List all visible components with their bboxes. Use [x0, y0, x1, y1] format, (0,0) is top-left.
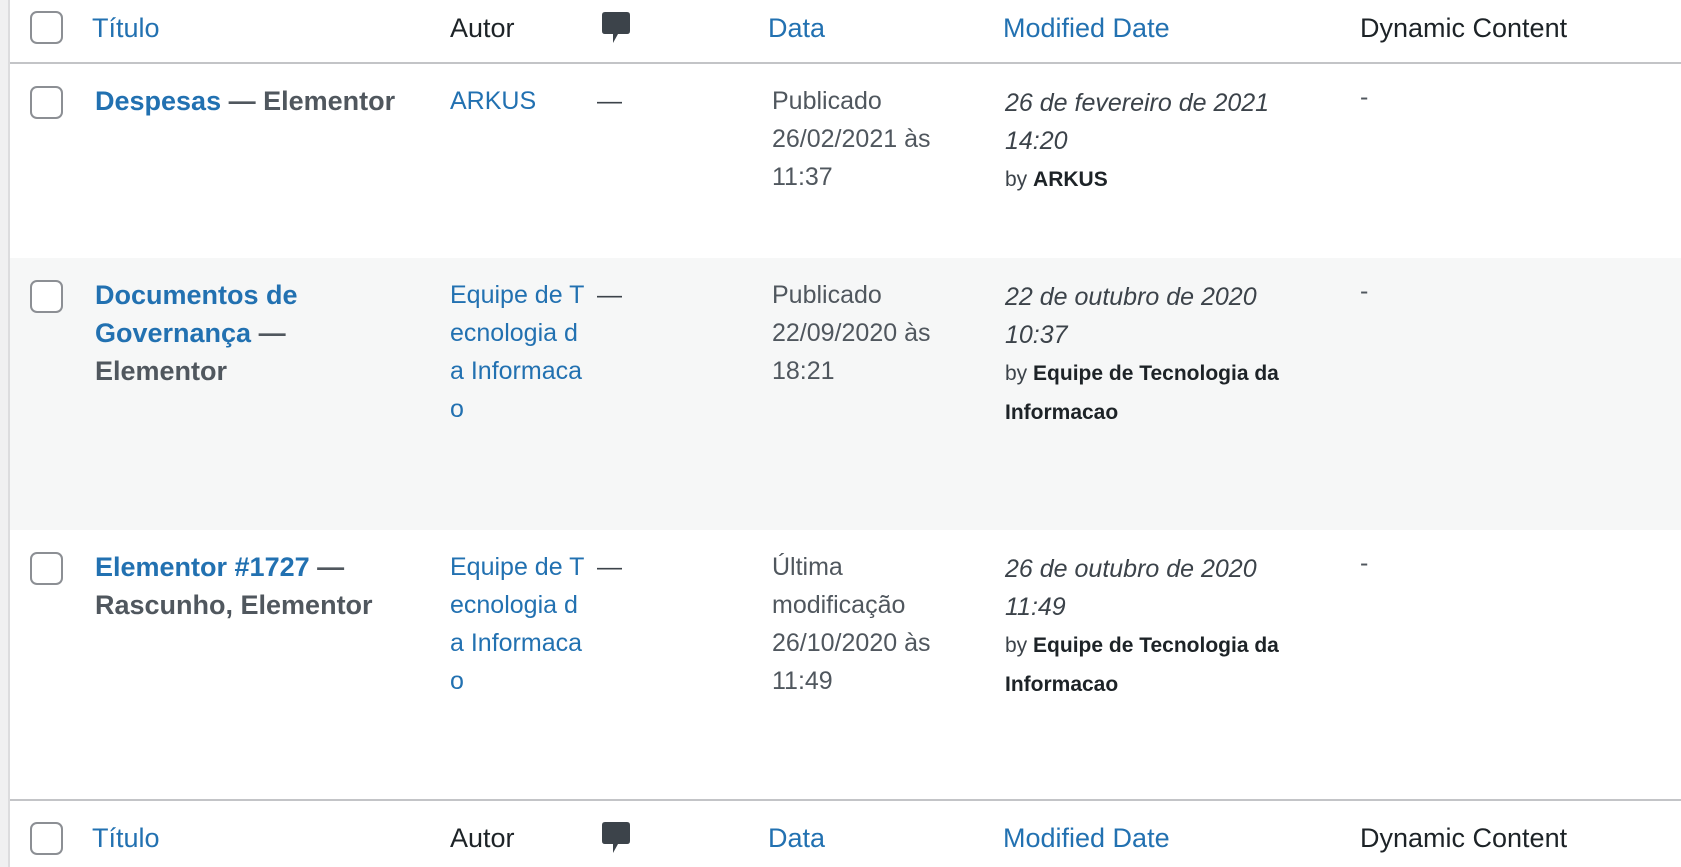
post-title-cell: Elementor #1727 — Rascunho, Elementor: [95, 548, 395, 624]
post-modified-date: 26 de fevereiro de 2021 14:20: [1005, 89, 1270, 155]
post-dynamic-content: -: [1360, 83, 1369, 111]
post-title-cell: Documentos de Governança — Elementor: [95, 276, 325, 390]
post-date: Última modificação 26/10/2020 às 11:49: [772, 548, 962, 700]
table-row: Documentos de Governança — Elementor Equ…: [10, 258, 1681, 530]
post-title-link[interactable]: Despesas: [95, 86, 221, 116]
column-title-footer[interactable]: Título: [92, 823, 160, 853]
post-date-value: 22/09/2020 às 18:21: [772, 319, 931, 385]
post-modified: 22 de outubro de 2020 10:37 by Equipe de…: [1005, 278, 1305, 432]
select-all-checkbox[interactable]: [30, 11, 63, 44]
post-date-value: 26/10/2020 às 11:49: [772, 629, 931, 695]
post-author-link[interactable]: Equipe de Tecnologia da Informacao: [450, 276, 590, 428]
column-modified-footer[interactable]: Modified Date: [1003, 823, 1170, 853]
post-author-link[interactable]: ARKUS: [450, 82, 590, 120]
post-comments: —: [597, 553, 622, 581]
row-checkbox[interactable]: [30, 86, 63, 119]
comment-bubble-icon[interactable]: [601, 821, 631, 855]
column-dynamic-footer: Dynamic Content: [1360, 823, 1568, 853]
post-date-status: Publicado: [772, 87, 882, 115]
post-modified: 26 de fevereiro de 2021 14:20 by ARKUS: [1005, 84, 1305, 199]
column-author-footer: Autor: [450, 823, 515, 853]
table-row: Elementor #1727 — Rascunho, Elementor Eq…: [10, 530, 1681, 799]
left-frame-border: [0, 0, 10, 867]
column-modified-header[interactable]: Modified Date: [1003, 13, 1170, 43]
comment-bubble-icon[interactable]: [601, 11, 631, 45]
post-modified-date: 26 de outubro de 2020 11:49: [1005, 555, 1257, 621]
table-header: Título Autor Data Modified Date Dynamic …: [10, 0, 1681, 64]
post-date-status: Última modificação: [772, 553, 906, 619]
post-dynamic-content: -: [1360, 277, 1369, 305]
column-author-header: Autor: [450, 13, 515, 43]
post-date: Publicado 22/09/2020 às 18:21: [772, 276, 962, 390]
select-all-checkbox-footer[interactable]: [30, 822, 63, 855]
post-title-link[interactable]: Elementor #1727: [95, 552, 310, 582]
column-title-header[interactable]: Título: [92, 13, 160, 43]
post-date-value: 26/02/2021 às 11:37: [772, 125, 931, 191]
post-comments: —: [597, 87, 622, 115]
column-dynamic-header: Dynamic Content: [1360, 13, 1568, 43]
column-date-footer[interactable]: Data: [768, 823, 825, 853]
post-date-status: Publicado: [772, 281, 882, 309]
post-title-cell: Despesas — Elementor: [95, 82, 425, 120]
post-dynamic-content: -: [1360, 549, 1369, 577]
post-modified-by: by ARKUS: [1005, 168, 1108, 191]
row-checkbox[interactable]: [30, 552, 63, 585]
posts-table: Título Autor Data Modified Date Dynamic …: [10, 0, 1681, 867]
table-row: Despesas — Elementor ARKUS — Publicado 2…: [10, 64, 1681, 258]
post-modified: 26 de outubro de 2020 11:49 by Equipe de…: [1005, 550, 1305, 704]
table-footer: Título Autor Data Modified Date Dynamic …: [10, 799, 1681, 867]
post-modified-by: by Equipe de Tecnologia da Informacao: [1005, 362, 1279, 424]
post-modified-date: 22 de outubro de 2020 10:37: [1005, 283, 1257, 349]
post-state: — Elementor: [228, 86, 396, 116]
row-checkbox[interactable]: [30, 280, 63, 313]
post-modified-by: by Equipe de Tecnologia da Informacao: [1005, 634, 1279, 696]
post-date: Publicado 26/02/2021 às 11:37: [772, 82, 962, 196]
post-author-link[interactable]: Equipe de Tecnologia da Informacao: [450, 548, 590, 700]
post-comments: —: [597, 281, 622, 309]
column-date-header[interactable]: Data: [768, 13, 825, 43]
